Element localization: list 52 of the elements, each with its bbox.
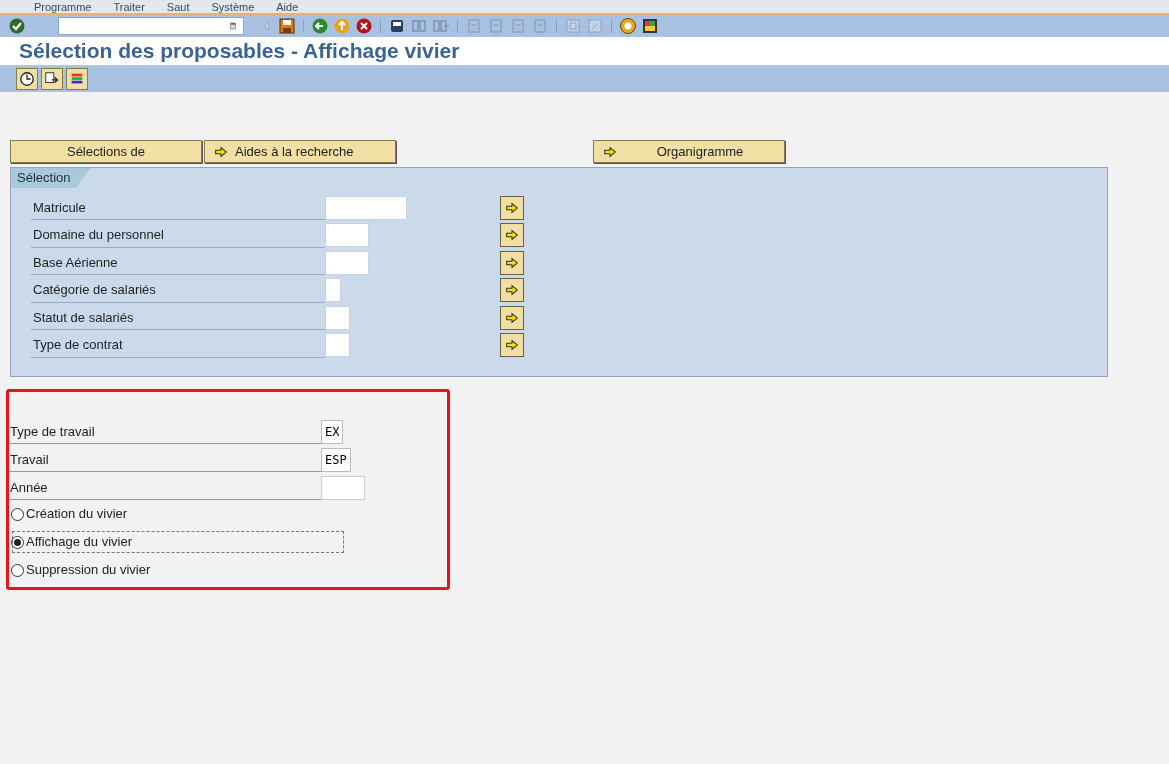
layout-icon[interactable] xyxy=(641,17,659,35)
multiple-selection-button[interactable] xyxy=(500,278,524,303)
check-icon[interactable] xyxy=(8,17,26,35)
field-label: Type de contrat xyxy=(31,332,325,358)
input-field[interactable] xyxy=(325,223,369,248)
input-field[interactable] xyxy=(321,476,365,500)
field-label: Base Aérienne xyxy=(31,250,325,276)
field-label: Statut de salariés xyxy=(31,305,325,331)
colors-button[interactable] xyxy=(66,68,88,90)
clock-button[interactable] xyxy=(16,68,38,90)
radio-button[interactable] xyxy=(11,563,24,577)
multiple-selection-button[interactable] xyxy=(500,195,524,220)
menu-item[interactable]: Aide xyxy=(276,0,299,13)
menu-item[interactable]: Traiter xyxy=(113,0,145,13)
radio-option[interactable]: Création du vivier xyxy=(9,500,347,528)
save-icon[interactable] xyxy=(278,17,296,35)
field-label: Domaine du personnel xyxy=(31,222,325,248)
toolbar-button[interactable]: Aides à la recherche xyxy=(204,140,396,163)
multiple-selection-button[interactable] xyxy=(500,333,524,358)
field-label: Année xyxy=(9,476,321,500)
cancel-icon[interactable] xyxy=(355,17,373,35)
menu-item[interactable]: Programme xyxy=(34,0,92,13)
field-label: Matricule xyxy=(31,195,325,221)
radio-option[interactable]: Affichage du vivier xyxy=(9,528,347,556)
field-label: Catégorie de salariés xyxy=(31,277,325,303)
input-field: EX xyxy=(321,420,344,444)
copy-button[interactable] xyxy=(41,68,63,90)
back-icon[interactable] xyxy=(311,17,329,35)
menu-item[interactable]: Saut xyxy=(166,0,190,13)
screen-title: Sélection des proposables - Affichage vivier xyxy=(19,38,460,65)
multiple-selection-button[interactable] xyxy=(500,223,524,248)
multiple-selection-button[interactable] xyxy=(500,250,524,275)
field-label: Type de travail xyxy=(9,420,321,444)
radio-button[interactable] xyxy=(11,507,24,521)
menu-item[interactable]: Système xyxy=(211,0,255,13)
group-title: Sélection xyxy=(17,169,71,188)
input-field[interactable] xyxy=(325,333,350,358)
print-icon[interactable] xyxy=(388,17,406,35)
input-field[interactable] xyxy=(325,195,407,220)
field-label: Travail xyxy=(9,448,321,472)
radio-option[interactable]: Suppression du vivier xyxy=(9,556,347,584)
help-icon[interactable] xyxy=(619,17,637,35)
clock-icon xyxy=(19,71,35,87)
input-field[interactable] xyxy=(325,305,350,330)
multiple-selection-button[interactable] xyxy=(500,305,524,330)
radio-button[interactable] xyxy=(11,535,24,549)
toolbar-button[interactable]: Organigramme xyxy=(593,140,785,163)
input-field: ESP xyxy=(321,448,351,472)
command-field[interactable] xyxy=(58,17,244,35)
input-field[interactable] xyxy=(325,250,369,275)
input-field[interactable] xyxy=(325,278,341,303)
toolbar-button[interactable]: Sélections de xyxy=(10,140,202,163)
